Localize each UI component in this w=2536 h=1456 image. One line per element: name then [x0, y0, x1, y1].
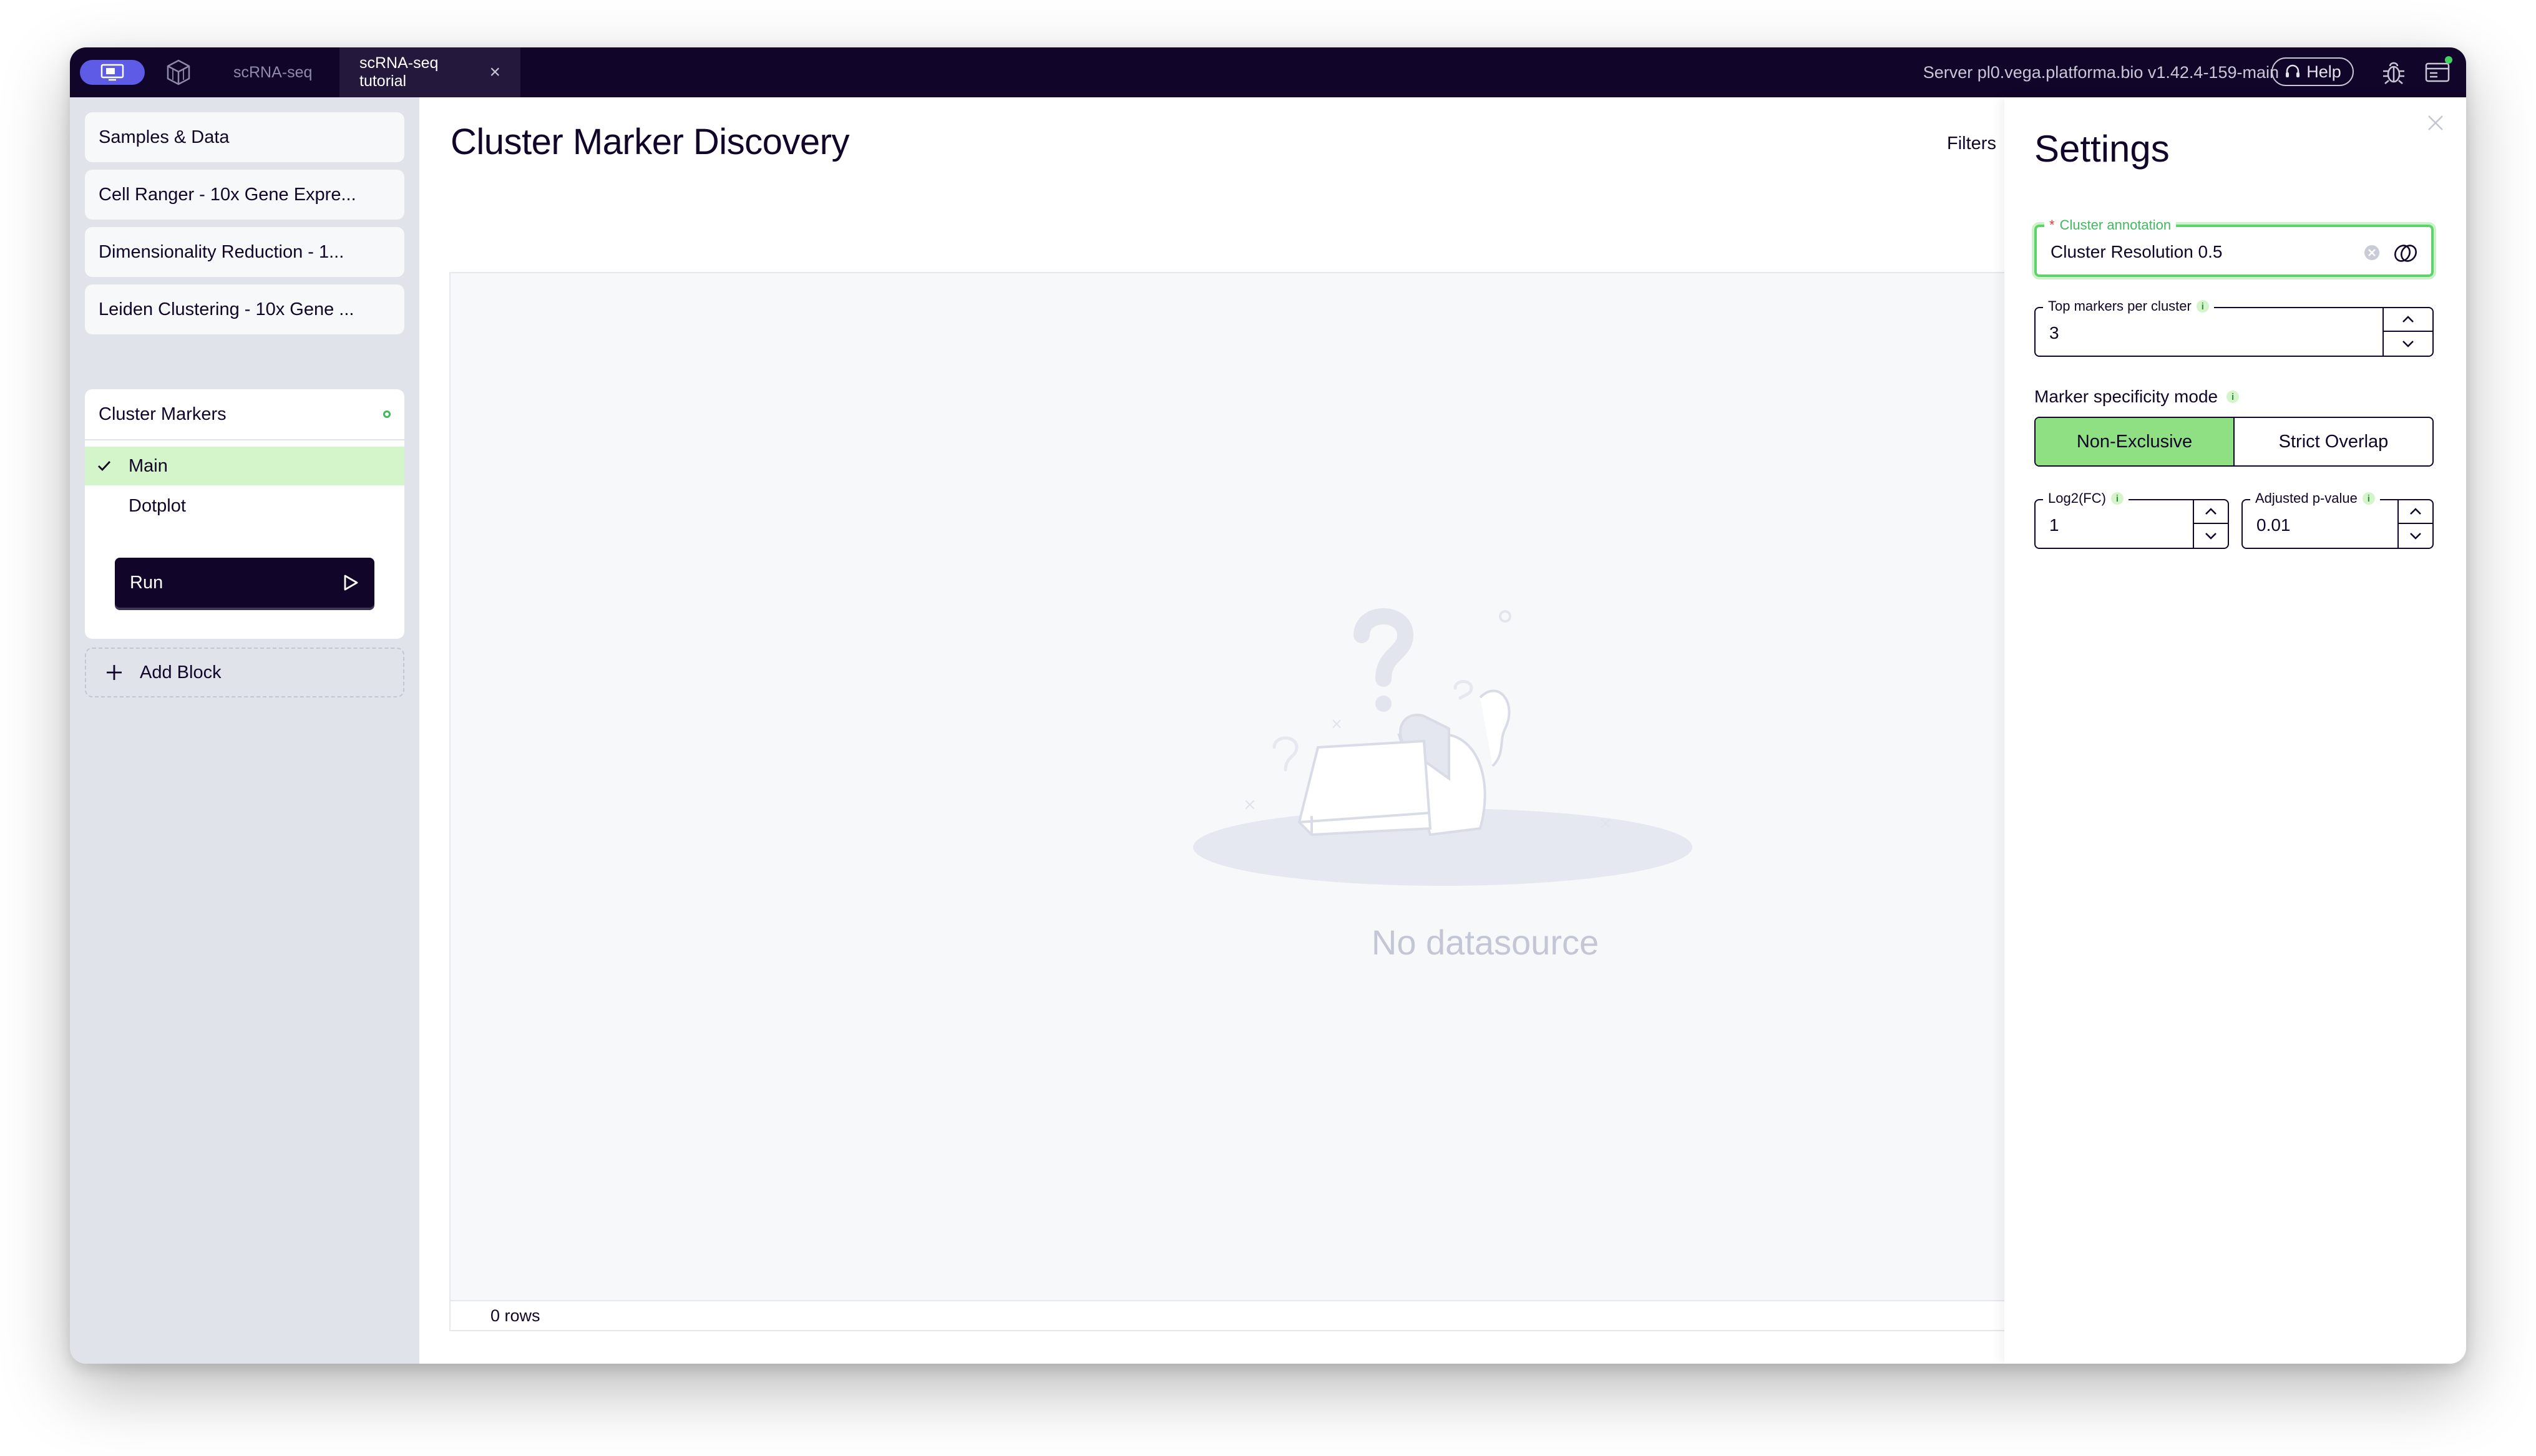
help-button[interactable]: Help	[2271, 57, 2354, 86]
option-strict-overlap[interactable]: Strict Overlap	[2235, 418, 2432, 465]
settings-title: Settings	[2034, 128, 2170, 170]
check-icon	[98, 461, 111, 472]
decrement-button[interactable]	[2194, 524, 2228, 548]
field-label-text: Cluster annotation	[2059, 217, 2172, 233]
block-header[interactable]: Cluster Markers	[85, 389, 404, 440]
cluster-annotation-value: Cluster Resolution 0.5	[2051, 242, 2223, 261]
notification-dot	[2445, 56, 2452, 64]
server-info: Server pl0.vega.platforma.bio v1.42.4-15…	[1923, 62, 2279, 82]
sidebar-block-cluster-markers: Cluster Markers Main Dotplot Run	[85, 389, 404, 639]
adjusted-pvalue-label: Adjusted p-value i	[2250, 490, 2380, 507]
headset-icon	[2286, 64, 2300, 77]
field-label-text: Adjusted p-value	[2255, 490, 2358, 506]
add-block-label: Add Block	[140, 662, 222, 682]
increment-button[interactable]	[2194, 500, 2228, 524]
sidebar: Samples & Data Cell Ranger - 10x Gene Ex…	[70, 97, 419, 1364]
chevron-up-icon	[2410, 508, 2421, 515]
status-indicator	[383, 410, 391, 418]
empty-state-illustration: × × ×	[1193, 608, 1692, 886]
top-markers-label: Top markers per cluster i	[2043, 298, 2214, 314]
adjusted-pvalue-value: 0.01	[2256, 515, 2291, 535]
chevron-down-icon	[2205, 533, 2217, 540]
monitor-icon	[100, 64, 124, 81]
home-button[interactable]	[80, 60, 145, 85]
sidebar-block-leiden[interactable]: Leiden Clustering - 10x Gene ...	[85, 284, 404, 334]
top-markers-stepper	[2382, 308, 2432, 356]
close-icon[interactable]	[2426, 114, 2445, 132]
decrement-button[interactable]	[2384, 332, 2432, 356]
sidebar-block-dim-reduction[interactable]: Dimensionality Reduction - 1...	[85, 227, 404, 277]
svg-text:×: ×	[1599, 814, 1612, 833]
help-label: Help	[2306, 62, 2341, 81]
subitem-main[interactable]: Main	[85, 447, 404, 485]
bug-icon[interactable]	[2380, 59, 2407, 86]
close-tab-icon[interactable]: ×	[489, 62, 500, 83]
subitem-label: Main	[129, 455, 168, 476]
chevron-up-icon	[2402, 316, 2414, 323]
chevron-down-icon	[2402, 341, 2414, 347]
chevron-down-icon	[2410, 533, 2421, 540]
cluster-annotation-label: * Cluster annotation	[2044, 217, 2177, 233]
tab-label: scRNA-seq tutorial	[359, 54, 439, 90]
chevron-up-icon	[2205, 508, 2217, 515]
row-count: 0 rows	[490, 1306, 540, 1325]
svg-text:×: ×	[1330, 715, 1343, 732]
empty-message-text: No datasource	[1371, 923, 1599, 962]
tab-scrna-seq-tutorial[interactable]: scRNA-seq tutorial ×	[339, 47, 520, 97]
adjusted-pvalue-stepper	[2397, 500, 2432, 548]
svg-text:×: ×	[1243, 795, 1257, 814]
subitem-dotplot[interactable]: Dotplot	[85, 487, 404, 525]
mode-label-text: Marker specificity mode	[2034, 387, 2218, 406]
block-label: Cluster Markers	[99, 404, 227, 424]
cluster-annotation-select[interactable]: * Cluster annotation Cluster Resolution …	[2034, 217, 2434, 277]
app-window: scRNA-seq scRNA-seq tutorial × Server pl…	[70, 47, 2466, 1364]
top-markers-input[interactable]: Top markers per cluster i 3	[2034, 298, 2434, 357]
clear-icon[interactable]	[2363, 243, 2381, 262]
info-icon[interactable]: i	[2110, 492, 2124, 505]
block-label: Cell Ranger - 10x Gene Expre...	[99, 184, 356, 205]
page-title: Cluster Marker Discovery	[451, 122, 850, 162]
plus-icon	[107, 665, 122, 680]
link-icon[interactable]	[2392, 241, 2419, 266]
info-icon[interactable]: i	[2196, 300, 2209, 313]
specificity-mode-toggle: Non-Exclusive Strict Overlap	[2034, 417, 2434, 467]
increment-button[interactable]	[2399, 500, 2432, 524]
info-icon[interactable]: i	[2362, 492, 2375, 505]
block-label: Samples & Data	[99, 127, 230, 147]
data-table[interactable]: × × × No datasource 0 rows	[449, 272, 2087, 1331]
adjusted-pvalue-input[interactable]: Adjusted p-value i 0.01	[2241, 490, 2434, 549]
empty-message: No datasource	[451, 922, 2085, 963]
field-label-text: Log2(FC)	[2048, 490, 2106, 506]
block-label: Leiden Clustering - 10x Gene ...	[99, 299, 354, 319]
settings-panel: Settings * Cluster annotation Cluster Re…	[2004, 97, 2466, 1364]
titlebar: scRNA-seq scRNA-seq tutorial × Server pl…	[70, 47, 2466, 97]
cube-icon[interactable]	[163, 57, 193, 87]
add-block-button[interactable]: Add Block	[85, 648, 404, 697]
main-content: Cluster Marker Discovery Filters × × × N…	[419, 97, 2087, 1364]
field-label-text: Top markers per cluster	[2048, 298, 2192, 314]
play-icon	[344, 575, 358, 591]
block-label: Dimensionality Reduction - 1...	[99, 241, 344, 262]
required-mark: *	[2049, 217, 2055, 233]
log2fc-value: 1	[2049, 515, 2059, 535]
panel-toggle-button[interactable]	[2424, 56, 2452, 86]
log2fc-label: Log2(FC) i	[2043, 490, 2129, 507]
log2fc-stepper	[2193, 500, 2228, 548]
sidebar-block-samples[interactable]: Samples & Data	[85, 112, 404, 162]
info-icon[interactable]: i	[2226, 391, 2240, 403]
table-footer: 0 rows	[451, 1300, 2085, 1330]
specificity-mode-label: Marker specificity mode i	[2034, 387, 2240, 407]
filters-label: Filters	[1947, 133, 1996, 153]
decrement-button[interactable]	[2399, 524, 2432, 548]
tab-scrna-seq[interactable]: scRNA-seq	[213, 47, 332, 97]
top-markers-value: 3	[2049, 323, 2059, 342]
run-button[interactable]: Run	[115, 558, 374, 608]
tab-label: scRNA-seq	[233, 63, 313, 81]
sidebar-block-cell-ranger[interactable]: Cell Ranger - 10x Gene Expre...	[85, 170, 404, 220]
increment-button[interactable]	[2384, 308, 2432, 332]
run-label: Run	[130, 572, 163, 593]
subitem-label: Dotplot	[129, 495, 186, 516]
option-non-exclusive[interactable]: Non-Exclusive	[2036, 418, 2235, 465]
log2fc-input[interactable]: Log2(FC) i 1	[2034, 490, 2229, 549]
